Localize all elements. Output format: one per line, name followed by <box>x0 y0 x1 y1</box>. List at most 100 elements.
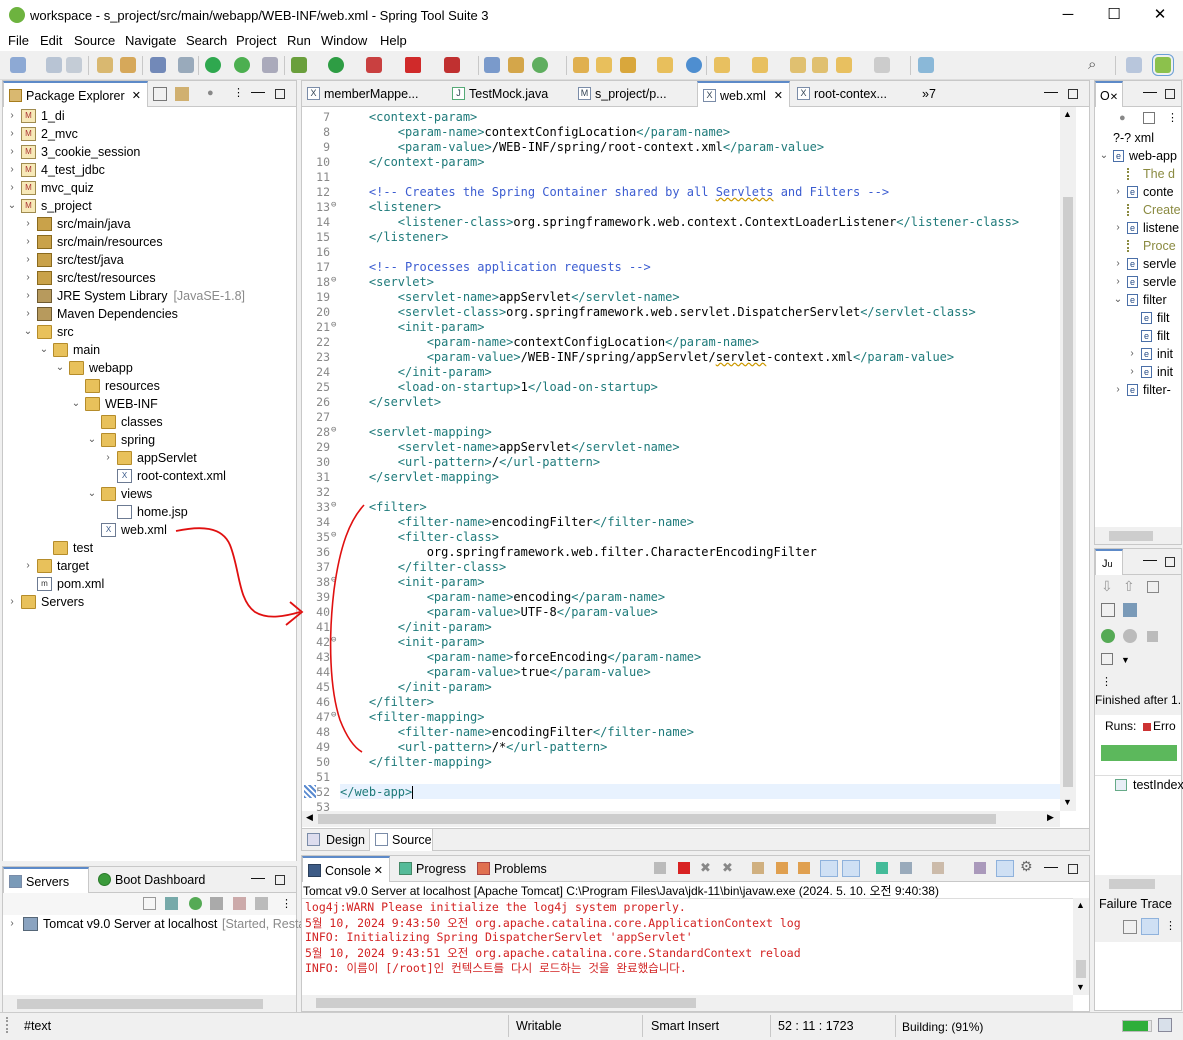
tab-pom[interactable]: M s_project/p... <box>573 81 695 107</box>
expand-icon[interactable]: › <box>7 915 17 933</box>
junit-hscroll[interactable] <box>1095 875 1181 892</box>
show-on-stdout-icon[interactable] <box>820 860 838 877</box>
new-class-icon[interactable] <box>532 57 548 73</box>
expand-icon[interactable]: › <box>23 287 33 305</box>
layout-icon[interactable] <box>1101 653 1113 665</box>
expand-icon[interactable]: › <box>1127 345 1137 363</box>
build-icon[interactable] <box>97 57 113 73</box>
fold-toggle-icon[interactable]: ⊖ <box>331 530 336 540</box>
stop-icon[interactable] <box>405 57 421 73</box>
menu-navigate[interactable]: Navigate <box>125 33 176 48</box>
open-project-icon[interactable] <box>596 57 612 73</box>
remove-launch-icon[interactable] <box>654 862 666 874</box>
show-on-stderr-icon[interactable] <box>842 860 860 877</box>
tab-testmock[interactable]: J TestMock.java <box>447 81 569 107</box>
tab-servers[interactable]: Servers <box>3 867 89 893</box>
minimize-console-icon[interactable]: — <box>1044 859 1058 873</box>
fold-toggle-icon[interactable]: ⊖ <box>331 200 336 210</box>
back-icon[interactable] <box>836 57 852 73</box>
settings-gear-icon[interactable]: ⚙ <box>1020 859 1033 873</box>
last-edit-icon[interactable] <box>790 57 806 73</box>
copy-icon[interactable] <box>974 862 986 874</box>
pin-icon[interactable] <box>918 57 934 73</box>
skip-breakpoints-icon[interactable] <box>262 57 278 73</box>
tab-root-context[interactable]: X root-contex... <box>792 81 917 107</box>
console-scroll-down-icon[interactable]: ▼ <box>1076 982 1085 992</box>
open-type-icon[interactable] <box>120 57 136 73</box>
menu-source[interactable]: Source <box>74 33 115 48</box>
tab-progress[interactable]: Progress <box>394 856 474 882</box>
pen-icon[interactable] <box>620 57 636 73</box>
next-annotation-icon[interactable] <box>714 57 730 73</box>
remove-terminated-icon[interactable]: ✖ <box>722 861 733 875</box>
next-failure-icon[interactable]: ⇩ <box>1101 579 1113 593</box>
external-tools-icon[interactable] <box>444 57 460 73</box>
expand-icon[interactable]: › <box>7 143 17 161</box>
tab-boot-dashboard[interactable]: Boot Dashboard <box>93 867 213 893</box>
expand-icon[interactable]: › <box>23 557 33 575</box>
expand-icon[interactable]: › <box>7 125 17 143</box>
collapse-all-icon[interactable] <box>153 87 167 101</box>
minimize-view-icon[interactable]: — <box>251 84 265 98</box>
boot-dashboard-icon[interactable] <box>234 57 250 73</box>
servers-scroll-thumb[interactable] <box>17 999 263 1009</box>
expand-icon[interactable]: › <box>23 305 33 323</box>
scroll-down-icon[interactable]: ▼ <box>1063 797 1072 807</box>
scroll-left-icon[interactable]: ◀ <box>306 812 313 823</box>
expand-icon[interactable]: › <box>23 215 33 233</box>
maximize-outline-icon[interactable] <box>1165 89 1175 99</box>
new-package-icon[interactable] <box>508 57 524 73</box>
debug-server-icon[interactable] <box>165 897 178 910</box>
tab-junit[interactable]: Ju <box>1095 549 1123 575</box>
spring-perspective-icon[interactable] <box>1152 54 1174 76</box>
collapse-servers-icon[interactable] <box>143 897 156 910</box>
outline-collapse-icon[interactable] <box>1143 112 1155 124</box>
open-console-icon[interactable] <box>932 862 944 874</box>
maximize-junit-icon[interactable] <box>1165 557 1175 567</box>
new-icon[interactable] <box>10 57 26 73</box>
close-tab-icon[interactable]: ✕ <box>374 858 383 884</box>
collapse-icon[interactable]: ⌄ <box>55 359 65 377</box>
servers-hscroll[interactable] <box>3 995 296 1012</box>
fold-toggle-icon[interactable]: ⊖ <box>331 425 336 435</box>
fold-toggle-icon[interactable]: ⊖ <box>331 320 336 330</box>
start-server-small-icon[interactable] <box>189 897 202 910</box>
editor-hscroll[interactable]: ◀ ▶ <box>302 811 1060 827</box>
editor-vscroll[interactable]: ▲ ▼ <box>1060 107 1076 811</box>
expand-icon[interactable]: › <box>103 449 113 467</box>
globe-icon[interactable] <box>686 57 702 73</box>
save-icon[interactable] <box>46 57 62 73</box>
filter-icon[interactable]: ● <box>207 86 214 100</box>
minimize-editor-icon[interactable]: — <box>1044 84 1058 98</box>
compare-icon[interactable] <box>1123 920 1137 934</box>
fold-toggle-icon[interactable]: ⊖ <box>331 710 336 720</box>
minimize-outline-icon[interactable]: — <box>1143 84 1157 98</box>
debug-icon[interactable] <box>291 57 307 73</box>
layout-dropdown-icon[interactable]: ▼ <box>1121 653 1130 667</box>
minimize-button[interactable]: ─ <box>1045 0 1091 31</box>
outline-menu-icon[interactable]: ⋮ <box>1167 111 1178 125</box>
console-vscroll[interactable]: ▲ ▼ <box>1073 898 1089 995</box>
run-icon[interactable] <box>328 57 344 73</box>
console-hscroll-thumb[interactable] <box>316 998 696 1008</box>
collapse-icon[interactable]: ⌄ <box>7 197 17 215</box>
filter-trace-icon[interactable] <box>1141 918 1159 935</box>
tab-source[interactable]: Source <box>369 829 433 851</box>
collapse-icon[interactable]: ⌄ <box>87 485 97 503</box>
open-folder-icon[interactable] <box>573 57 589 73</box>
code-editor[interactable]: 7 <context-param> 8 <param-name>contextCo… <box>302 107 1060 811</box>
remove-all-icon[interactable]: ✖ <box>700 861 711 875</box>
tab-overflow[interactable]: »7 <box>902 81 962 107</box>
display-console-icon[interactable] <box>900 862 912 874</box>
console-scroll-thumb[interactable] <box>1076 960 1086 978</box>
folder-icon[interactable] <box>657 57 673 73</box>
junit-scroll-thumb[interactable] <box>1109 879 1155 889</box>
expand-icon[interactable]: › <box>7 179 17 197</box>
publish-icon[interactable] <box>255 897 268 910</box>
menu-search[interactable]: Search <box>186 33 227 48</box>
search-icon[interactable]: ⌕ <box>1088 57 1104 73</box>
fold-toggle-icon[interactable]: ⊖ <box>331 500 336 510</box>
collapse-icon[interactable]: ⌄ <box>23 323 33 341</box>
prev-annotation-icon[interactable] <box>752 57 768 73</box>
forward-icon[interactable] <box>874 57 890 73</box>
